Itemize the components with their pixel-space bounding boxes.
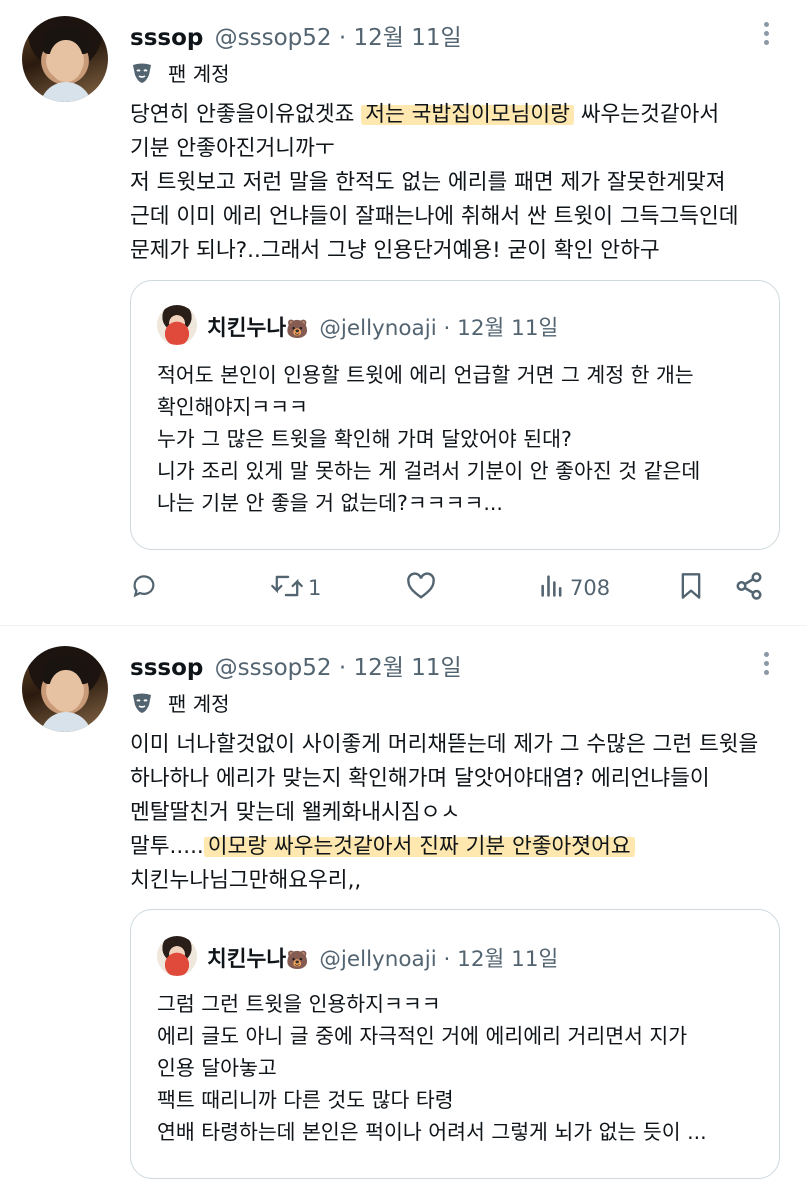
tweet-line: 이미 너나할것없이 사이좋게 머리채뜯는데 제가 그 수많은 그런 트윗을 <box>130 732 759 757</box>
tweet-body: 이미 너나할것없이 사이좋게 머리채뜯는데 제가 그 수많은 그런 트윗을 하나… <box>130 728 790 898</box>
tweet-header: sssop @sssop52 · 12월 11일 <box>130 648 462 682</box>
quoted-header: 치킨누나🐻 @jellynoaji · 12월 11일 <box>207 942 558 973</box>
bookmark-button[interactable] <box>678 570 704 606</box>
tweet[interactable]: sssop @sssop52 · 12월 11일 팬 계정 이미 너나할것없이 … <box>0 626 807 1200</box>
retweet-count: 1 <box>308 576 322 600</box>
like-button[interactable] <box>406 570 440 606</box>
more-icon[interactable] <box>760 652 772 678</box>
quoted-body: 그럼 그런 트윗을 인용하지ㅋㅋㅋ 에리 글도 아니 글 중에 자극적인 거에 … <box>157 988 767 1148</box>
avatar[interactable] <box>22 16 108 102</box>
share-button[interactable] <box>734 570 764 606</box>
quoted-line: 인용 달아놓고 <box>157 1056 277 1080</box>
quoted-line: 적어도 본인이 인용할 트윗에 에리 언급할 거면 그 계정 한 개는 <box>157 363 694 387</box>
quoted-tweet[interactable]: 치킨누나🐻 @jellynoaji · 12월 11일 그럼 그런 트윗을 인용… <box>130 909 780 1179</box>
bear-emoji: 🐻 <box>286 950 309 971</box>
quoted-tweet[interactable]: 치킨누나🐻 @jellynoaji · 12월 11일 적어도 본인이 인용할 … <box>130 280 780 550</box>
bear-emoji: 🐻 <box>286 319 309 340</box>
tweet-header: sssop @sssop52 · 12월 11일 <box>130 18 462 52</box>
quoted-body: 적어도 본인이 인용할 트윗에 에리 언급할 거면 그 계정 한 개는 확인해야… <box>157 359 767 519</box>
reply-icon <box>130 572 158 605</box>
tweet-line: 치킨누나님그만해요우리,, <box>130 868 362 893</box>
author-handle-date[interactable]: @sssop52 · 12월 11일 <box>215 25 462 51</box>
retweet-button[interactable]: 1 <box>270 570 321 606</box>
tweet-body: 당연히 안좋을이유없겟죠 저는 국밥집이모님이랑 싸우는것같아서 기분 안좋아진… <box>130 98 790 268</box>
quoted-line: 누가 그 많은 트윗을 확인해 가며 달았어야 된대? <box>157 427 572 451</box>
reply-button[interactable] <box>130 570 162 606</box>
quoted-line: 에리 글도 아니 글 중에 자극적인 거에 에리에리 거리면서 지가 <box>157 1024 688 1048</box>
quoted-line: 확인해야지ㅋㅋㅋ <box>157 395 308 419</box>
quoted-line: 연배 타령하는데 본인은 퍽이나 어려서 그렇게 뇌가 없는 듯이 ... <box>157 1120 707 1144</box>
views-button[interactable]: 708 <box>538 570 610 606</box>
tweet-line: 멘탈딸친거 맞는데 왤케화내시짐ㅇㅅ <box>130 800 461 825</box>
heart-icon <box>406 571 436 605</box>
highlight: 이모랑 싸우는것같아서 진짜 기분 안좋아졋어요 <box>203 834 635 859</box>
tweet-line: 기분 안좋아진거니까ㅜ <box>130 136 335 161</box>
views-icon <box>538 572 566 605</box>
action-bar: 1 708 <box>130 570 770 606</box>
avatar[interactable] <box>22 646 108 732</box>
bookmark-icon <box>678 572 704 605</box>
fan-account-label: 팬 계정 <box>168 692 230 716</box>
quoted-header: 치킨누나🐻 @jellynoaji · 12월 11일 <box>207 311 558 342</box>
views-count: 708 <box>570 576 611 600</box>
tweet-line: 문제가 되나?..그래서 그냥 인용단거예용! 굳이 확인 안하구 <box>130 238 660 263</box>
tweet-line: 하나하나 에리가 맞는지 확인해가며 달앗어야대염? 에리언냐들이 <box>130 766 710 791</box>
mask-icon <box>130 691 154 715</box>
author-name[interactable]: sssop <box>130 655 203 681</box>
author-name[interactable]: sssop <box>130 25 203 51</box>
fan-account-badge: 팬 계정 <box>130 58 230 87</box>
quoted-avatar[interactable] <box>157 936 197 976</box>
quoted-line: 나는 기분 안 좋을 거 없는데?ㅋㅋㅋㅋ... <box>157 491 503 515</box>
tweet-line: 저 트윗보고 저런 말을 한적도 없는 에리를 패면 제가 잘못한게맞져 <box>130 170 726 195</box>
retweet-icon <box>270 572 304 605</box>
quoted-avatar[interactable] <box>157 305 197 345</box>
quoted-handle-date[interactable]: @jellynoaji · 12월 11일 <box>319 316 558 341</box>
quoted-handle-date[interactable]: @jellynoaji · 12월 11일 <box>319 947 558 972</box>
share-icon <box>734 571 764 606</box>
quoted-line: 그럼 그런 트윗을 인용하지ㅋㅋㅋ <box>157 992 441 1016</box>
tweet[interactable]: sssop @sssop52 · 12월 11일 팬 계정 당연히 안좋을이유없… <box>0 0 807 625</box>
highlight: 저는 국밥집이모님이랑 <box>361 102 574 127</box>
tweet-line: 근데 이미 에리 언냐들이 잘패는나에 취해서 싼 트윗이 그득그득인데 <box>130 204 739 229</box>
tweet-line: 당연히 안좋을이유없겟죠 저는 국밥집이모님이랑 싸우는것같아서 <box>130 102 720 127</box>
mask-icon <box>130 61 154 85</box>
quoted-line: 팩트 때리니까 다른 것도 많다 타령 <box>157 1088 454 1112</box>
author-handle-date[interactable]: @sssop52 · 12월 11일 <box>215 655 462 681</box>
quoted-author-name[interactable]: 치킨누나 <box>207 316 286 341</box>
fan-account-label: 팬 계정 <box>168 62 230 86</box>
more-icon[interactable] <box>760 22 772 48</box>
quoted-line: 니가 조리 있게 말 못하는 게 걸려서 기분이 안 좋아진 것 같은데 <box>157 459 701 483</box>
tweet-line: 말투..... 이모랑 싸우는것같아서 진짜 기분 안좋아졋어요 <box>130 830 790 864</box>
quoted-author-name[interactable]: 치킨누나 <box>207 947 286 972</box>
fan-account-badge: 팬 계정 <box>130 688 230 717</box>
